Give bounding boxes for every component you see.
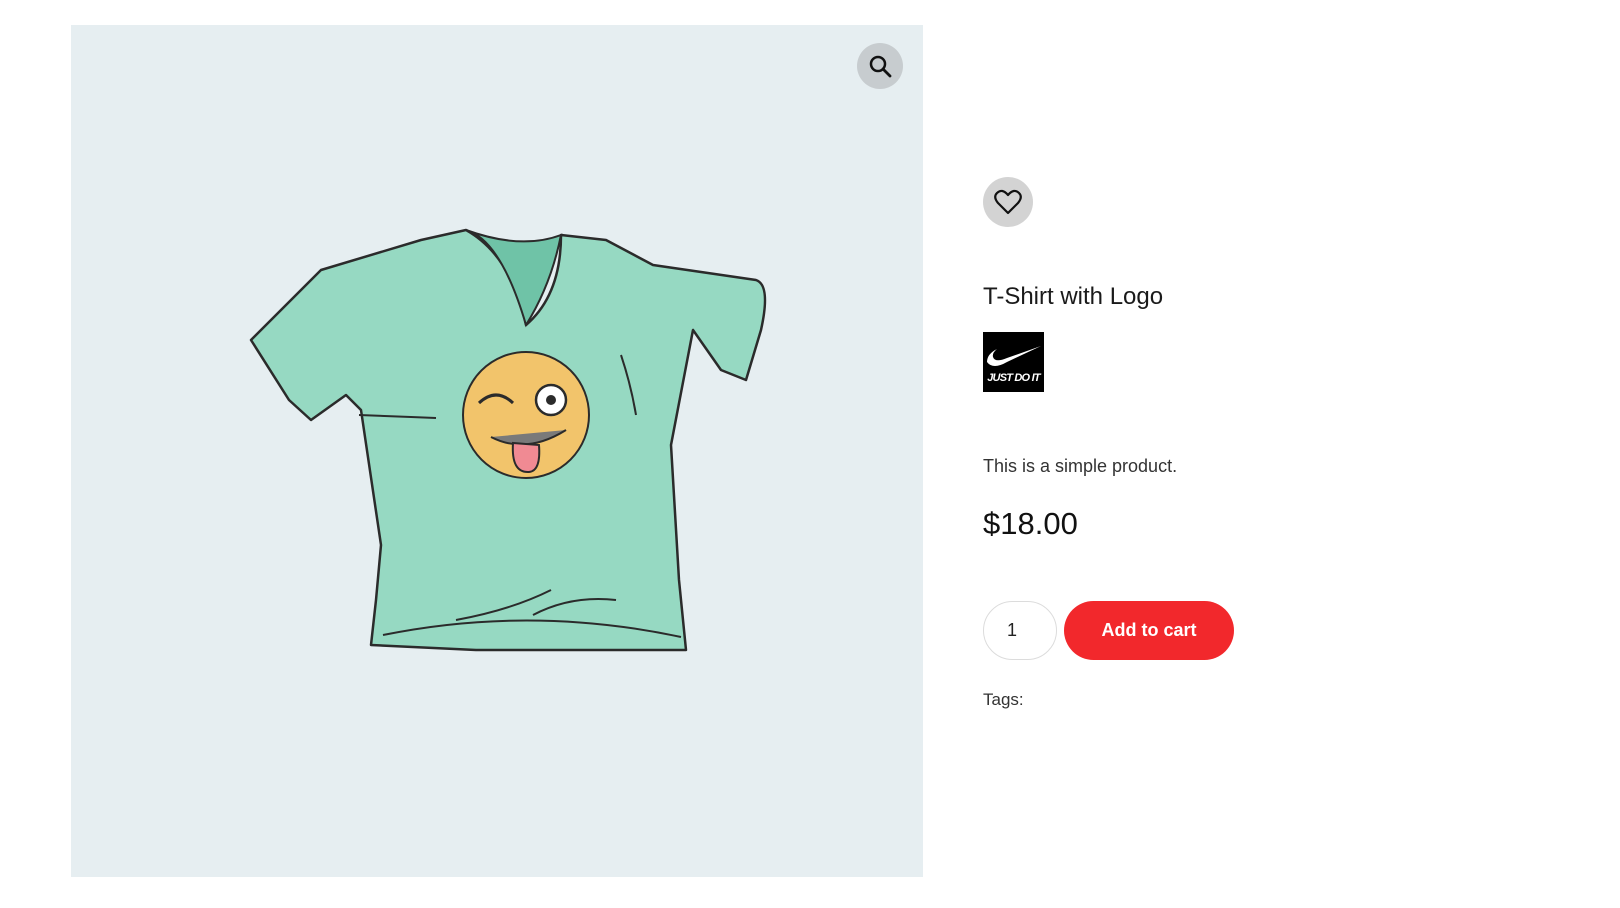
- product-page: T-Shirt with Logo JUST DO IT This is a s…: [0, 0, 1620, 908]
- product-title: T-Shirt with Logo: [983, 283, 1164, 310]
- product-short-description: This is a simple product.: [983, 456, 1178, 476]
- winking-emoji-graphic: [462, 351, 590, 479]
- brand-logo[interactable]: JUST DO IT: [983, 332, 1044, 392]
- zoom-button[interactable]: [857, 43, 903, 89]
- quantity-input[interactable]: [983, 601, 1057, 660]
- product-gallery: [71, 25, 923, 877]
- product-tags-label: Tags:: [983, 690, 1024, 709]
- magnifier-icon: [869, 55, 892, 78]
- product-price: $18.00: [983, 506, 1078, 541]
- swoosh-icon: [987, 346, 1041, 366]
- product-summary: T-Shirt with Logo JUST DO IT This is a s…: [983, 0, 1583, 908]
- product-image[interactable]: [71, 25, 923, 877]
- add-to-wishlist-button[interactable]: [983, 177, 1033, 227]
- heart-icon: [994, 189, 1022, 215]
- brand-logo-text: JUST DO IT: [987, 372, 1040, 384]
- add-to-cart-button[interactable]: Add to cart: [1064, 601, 1234, 660]
